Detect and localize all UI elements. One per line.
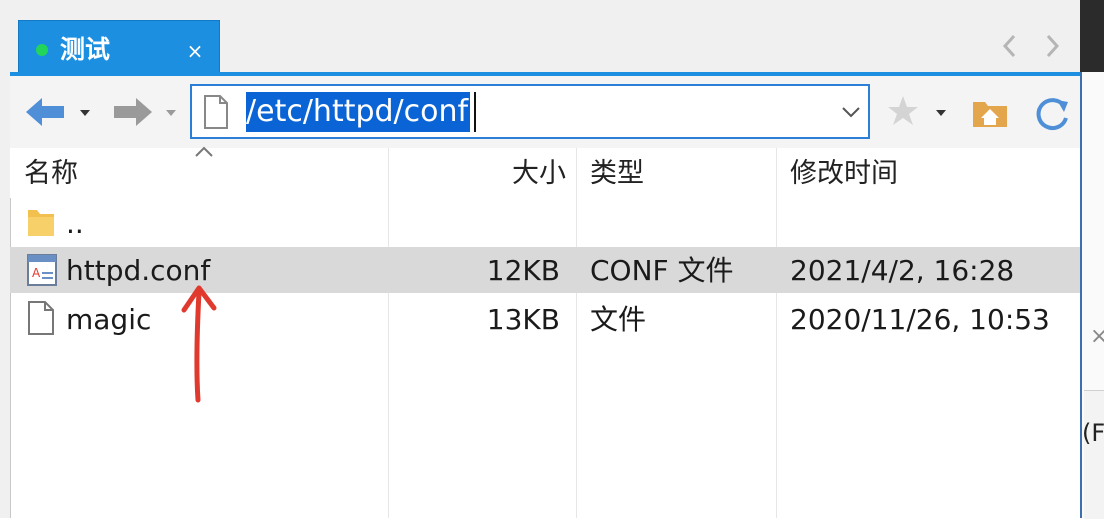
list-item[interactable]: [10, 200, 1080, 244]
file-type: 文件: [590, 303, 647, 336]
chevron-down-icon[interactable]: [838, 100, 864, 124]
conf-file-icon: A: [27, 254, 57, 286]
folder-icon: [28, 210, 54, 236]
tab-label: 测试: [60, 35, 111, 64]
home-folder-icon[interactable]: [970, 92, 1010, 132]
column-header-size[interactable]: 大小: [400, 152, 566, 196]
back-history-dropdown-icon[interactable]: [76, 100, 94, 124]
background-partial-label: (F: [1082, 419, 1104, 447]
address-path-input[interactable]: /etc/httpd/conf: [246, 92, 471, 132]
file-size: 13KB: [486, 303, 560, 336]
column-header-type[interactable]: 类型: [590, 152, 644, 196]
file-name: ..: [66, 207, 84, 240]
document-icon: [204, 95, 228, 129]
back-arrow-icon[interactable]: [22, 92, 68, 132]
column-header-modified[interactable]: 修改时间: [790, 152, 898, 196]
file-modified: 2021/4/2, 16:28: [790, 254, 1015, 287]
forward-history-dropdown-icon[interactable]: [162, 100, 180, 124]
favorites-dropdown-icon[interactable]: [932, 100, 950, 124]
sort-ascending-icon: [195, 146, 213, 157]
forward-arrow-icon[interactable]: [110, 92, 156, 132]
file-type: CONF 文件: [590, 254, 734, 287]
background-close-icon[interactable]: ×: [1090, 322, 1104, 352]
tab-scroll-left-icon[interactable]: [1000, 32, 1020, 60]
refresh-icon[interactable]: [1030, 92, 1074, 136]
background-window-titlebar: [1080, 0, 1104, 72]
file-icon: [28, 301, 54, 335]
annotation-arrow-icon: [181, 285, 217, 403]
file-size: 12KB: [486, 254, 560, 287]
tab-scroll-right-icon[interactable]: [1042, 32, 1062, 60]
text-caret: [474, 92, 476, 132]
star-icon[interactable]: [886, 92, 920, 130]
tab-close-button[interactable]: ×: [184, 36, 206, 66]
file-name: magic: [66, 303, 152, 336]
svg-text:A: A: [32, 266, 41, 280]
file-modified: 2020/11/26, 10:53: [790, 303, 1050, 336]
background-window-panel: [1084, 390, 1104, 519]
connection-status-icon: [36, 44, 48, 56]
column-header-name[interactable]: 名称: [24, 152, 78, 196]
